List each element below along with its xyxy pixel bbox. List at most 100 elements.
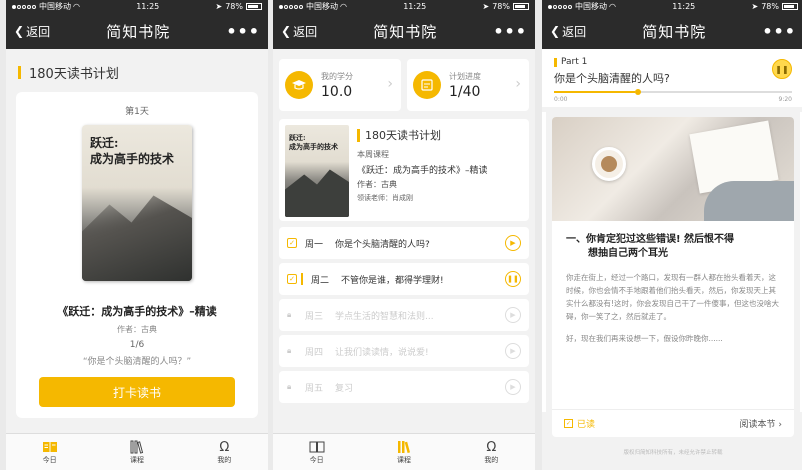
- article-body: 你走在街上，经过一个路口，发现有一群人都在抬头看着天，这时候，你也会情不手地跟着…: [566, 273, 780, 321]
- more-button[interactable]: •••: [493, 22, 527, 41]
- lesson-item[interactable]: 🔒︎ 周五 复习 ▶: [279, 371, 529, 403]
- progress-slider[interactable]: [554, 89, 792, 95]
- status-bar: 中国移动 ◠ 11:25 ➤ 78%: [6, 0, 268, 13]
- status-bar: 中国移动 ◠ 11:25 ➤ 78%: [273, 0, 535, 13]
- cover-line-1: 跃迁:: [90, 136, 119, 150]
- plan-progress-card[interactable]: 计划进度 1/40 ›: [407, 59, 529, 111]
- tab-today[interactable]: 今日: [20, 439, 80, 465]
- tab-course[interactable]: 课程: [107, 439, 167, 465]
- nav-bar: ❮ 返回 简知书院 •••: [542, 13, 802, 49]
- lesson-item[interactable]: 🔒︎ 周三 学点生活的智慧和法则... ▶: [279, 299, 529, 331]
- accent-bar: [554, 57, 557, 67]
- cover-line-2: 成为高手的技术: [289, 142, 338, 151]
- accent-bar: [357, 128, 360, 142]
- image-coffee-cup: [592, 147, 626, 181]
- nav-bar: ❮ 返回 简知书院 •••: [273, 13, 535, 49]
- pause-icon[interactable]: ❚❚: [505, 271, 521, 287]
- plan-progress-value: 1/40: [449, 83, 481, 100]
- lesson-day: 周一: [305, 239, 324, 250]
- lesson-progress: 1/6: [129, 340, 145, 350]
- credits-label: 我的学分: [321, 71, 353, 81]
- book-open-icon: [42, 439, 58, 455]
- location-icon: ➤: [751, 2, 759, 11]
- book-cover[interactable]: 跃迁: 成为高手的技术: [82, 125, 192, 281]
- checkin-button[interactable]: 打卡读书: [39, 377, 235, 407]
- image-knit: [704, 181, 794, 221]
- lesson-item[interactable]: 🔒︎ 周四 让我们读读情，说说爱! ▶: [279, 335, 529, 367]
- tab-course-label: 课程: [129, 456, 144, 464]
- chevron-right-icon: ›: [515, 76, 521, 92]
- lesson-item[interactable]: ✓ 周一 你是个头脑清醒的人吗? ▶: [279, 227, 529, 259]
- course-info: 180天读书计划 本周课程 《跃迁：成为高手的技术》–精读 作者：古典 领读老师…: [357, 125, 523, 215]
- lesson-title: 学点生活的智慧和法则...: [335, 311, 434, 322]
- plan-progress-label: 计划进度: [449, 71, 481, 81]
- back-label: 返回: [293, 24, 318, 39]
- battery-percent: 78%: [761, 2, 779, 11]
- tab-profile[interactable]: Ω 我的: [461, 439, 521, 465]
- course-plan-title: 180天读书计划: [365, 129, 441, 142]
- tab-profile[interactable]: Ω 我的: [194, 439, 254, 465]
- clock: 11:25: [403, 2, 427, 11]
- audio-player: Part 1 你是个头脑清醒的人吗? ❚❚ 0:00 9:20: [542, 49, 802, 107]
- back-label: 返回: [562, 24, 587, 39]
- chevron-right-icon: ›: [387, 76, 393, 92]
- more-button[interactable]: •••: [226, 22, 260, 41]
- play-icon: ▶: [505, 379, 521, 395]
- signal-icon: [12, 2, 37, 11]
- carrier-label: 中国移动: [306, 2, 338, 11]
- location-icon: ➤: [482, 2, 490, 11]
- check-icon: ✓: [287, 238, 297, 248]
- heading-line-1: 一、你肯定犯过这些错误! 然后恨不得: [566, 234, 735, 245]
- read-section-button[interactable]: 阅读本节 ›: [740, 417, 783, 430]
- lesson-item[interactable]: ✓ 周二 不管你是谁，都得学理财! ❚❚: [279, 263, 529, 295]
- progress-knob[interactable]: [634, 89, 641, 95]
- back-button[interactable]: ❮ 返回: [281, 23, 317, 40]
- tab-course[interactable]: 课程: [374, 439, 434, 465]
- battery-icon: [782, 3, 798, 10]
- tab-profile-label: 我的: [484, 456, 499, 464]
- back-button[interactable]: ❮ 返回: [550, 23, 586, 40]
- time-total: 9:20: [778, 96, 792, 103]
- battery-icon: [246, 3, 262, 10]
- lock-icon: 🔒︎: [287, 310, 292, 319]
- lesson-day: 周二: [311, 275, 330, 286]
- more-button[interactable]: •••: [762, 22, 796, 41]
- article-heading: 一、你肯定犯过这些错误! 然后恨不得 想抽自己两个耳光: [552, 221, 794, 261]
- plan-header: 180天读书计划: [6, 49, 268, 92]
- pause-button[interactable]: ❚❚: [772, 59, 792, 79]
- cover-line-1: 跃迁:: [289, 133, 306, 142]
- chevron-left-icon: ❮: [281, 24, 292, 38]
- signal-icon: [279, 2, 304, 11]
- today-card: 第1天 跃迁: 成为高手的技术 《跃迁：成为高手的技术》–精读 作者：古典 1/6…: [16, 92, 258, 418]
- course-teacher: 领读老师：肖成刚: [357, 194, 413, 202]
- book-author: 作者：古典: [117, 325, 157, 334]
- lesson-title: 复习: [335, 383, 354, 394]
- lesson-list: ✓ 周一 你是个头脑清醒的人吗? ▶ ✓ 周二 不管你是谁，都得学理财! ❚❚ …: [279, 227, 529, 403]
- play-icon: ▶: [505, 307, 521, 323]
- carrier-label: 中国移动: [575, 2, 607, 11]
- book-open-icon: [309, 439, 325, 455]
- clock: 11:25: [672, 2, 696, 11]
- course-book-title: 《跃迁：成为高手的技术》–精读: [357, 166, 488, 176]
- course-card[interactable]: 跃迁: 成为高手的技术 180天读书计划 本周课程 《跃迁：成为高手的技术》–精读…: [279, 119, 529, 221]
- battery-percent: 78%: [492, 2, 510, 11]
- lock-icon: 🔒︎: [287, 346, 292, 355]
- article-image: [552, 117, 794, 221]
- progress-fill: [554, 91, 635, 93]
- signal-icon: [548, 2, 573, 11]
- graduation-cap-icon: [285, 71, 313, 99]
- play-icon[interactable]: ▶: [505, 235, 521, 251]
- cover-line-2: 成为高手的技术: [90, 152, 175, 166]
- copyright-notice: 版权归简知科技所有，未经允许禁止转载: [623, 450, 723, 456]
- wifi-icon: ◠: [609, 2, 616, 11]
- tab-today[interactable]: 今日: [287, 439, 347, 465]
- lesson-day: 周四: [305, 347, 324, 358]
- course-author: 作者：古典: [357, 180, 397, 189]
- read-status-label: 已读: [577, 420, 596, 430]
- part-label: Part 1: [561, 57, 588, 67]
- credits-card[interactable]: 我的学分 10.0 ›: [279, 59, 401, 111]
- library-icon: [129, 439, 145, 455]
- check-icon: ✓: [287, 274, 297, 284]
- tab-bar: 今日 课程 Ω 我的: [6, 433, 268, 470]
- back-button[interactable]: ❮ 返回: [14, 23, 50, 40]
